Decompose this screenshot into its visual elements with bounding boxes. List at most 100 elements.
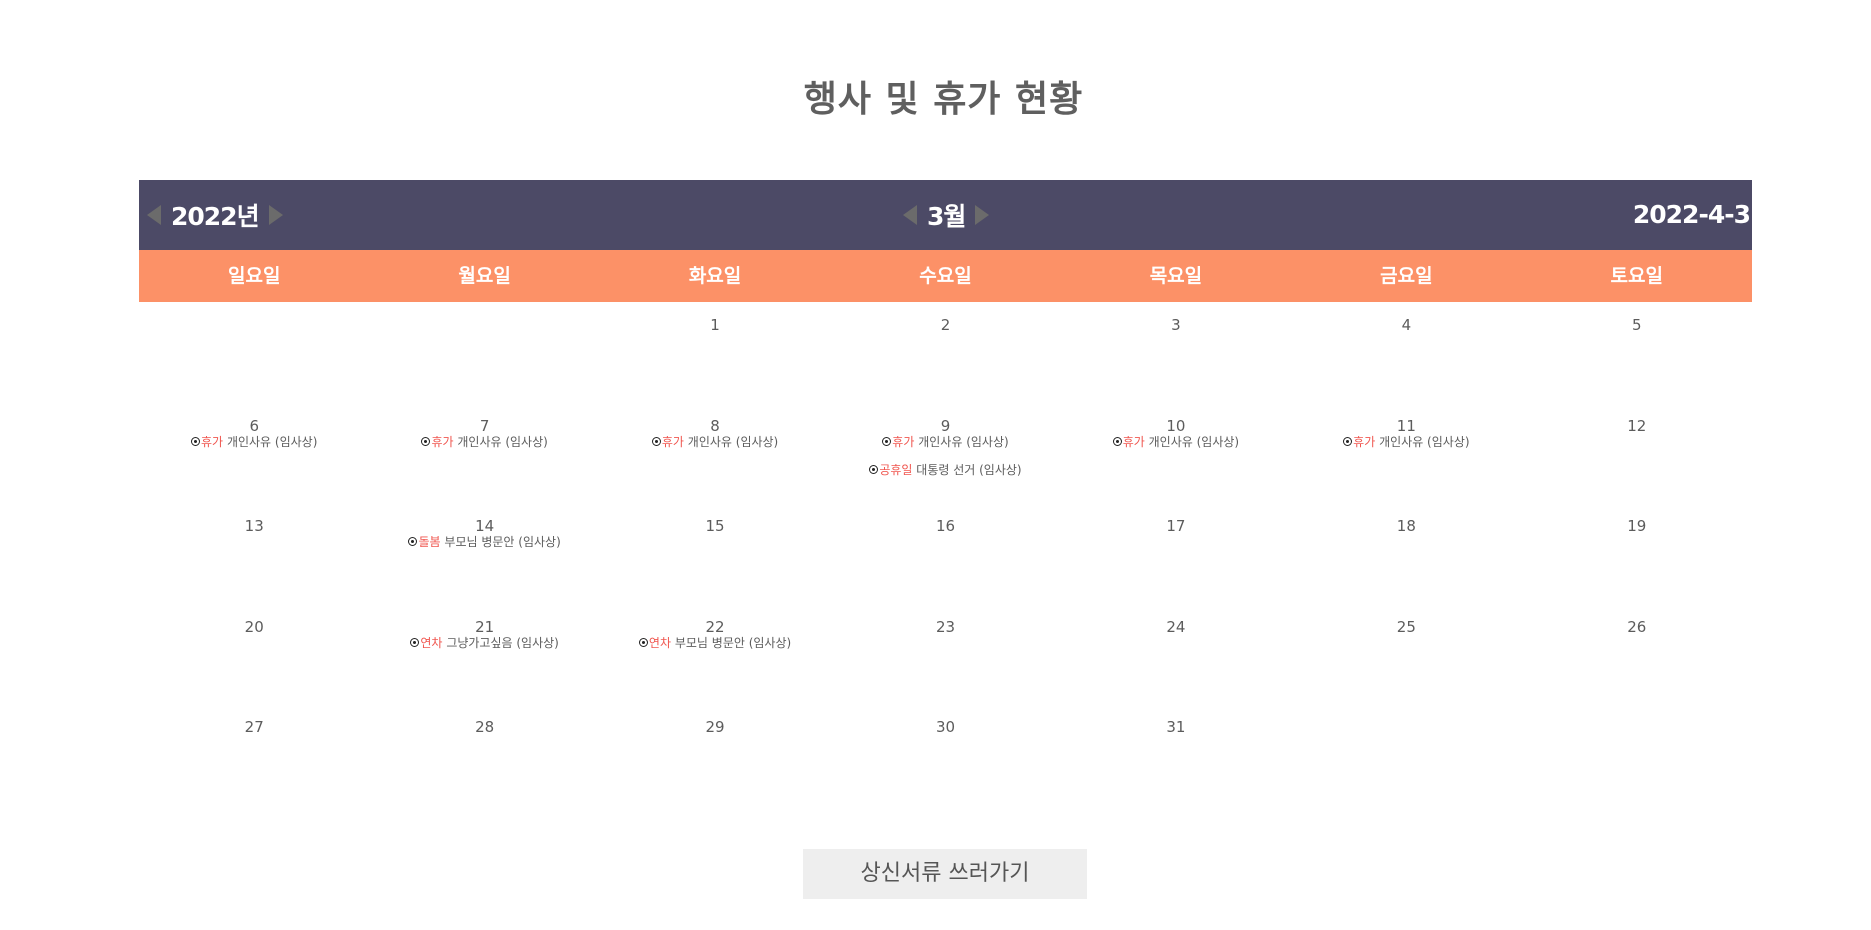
radio-bullet-icon — [651, 436, 661, 446]
day-cell[interactable]: 29 — [600, 704, 830, 805]
day-cell[interactable]: 1 — [600, 302, 830, 403]
radio-bullet-icon — [1343, 436, 1353, 446]
event-description: 개인사유 (임사상) — [1148, 434, 1240, 449]
radio-bullet-icon — [421, 436, 431, 446]
event-type: 휴가 — [431, 434, 454, 449]
day-number: 13 — [244, 517, 264, 535]
day-cell[interactable]: 19 — [1522, 503, 1752, 604]
empty-day-cell — [369, 302, 599, 403]
day-cell[interactable]: 25 — [1291, 604, 1521, 705]
calendar-event[interactable]: 연차 그냥가고싶음 (임사상) — [369, 636, 599, 650]
day-cell[interactable]: 30 — [830, 704, 1060, 805]
month-label: 3월 — [927, 202, 966, 231]
event-type: 공휴일 — [879, 462, 913, 477]
event-description: 개인사유 (임사상) — [687, 434, 779, 449]
day-number: 1 — [710, 316, 720, 334]
next-year-arrow-icon[interactable] — [268, 205, 283, 225]
day-number: 24 — [1166, 617, 1186, 636]
calendar-event[interactable]: 휴가 개인사유 (임사상) — [369, 435, 599, 449]
weekday-tuesday: 화요일 — [688, 265, 742, 287]
day-cell[interactable]: 18 — [1291, 503, 1521, 604]
radio-bullet-icon — [1112, 436, 1122, 446]
day-cell[interactable]: 21 연차 그냥가고싶음 (임사상) — [369, 604, 599, 705]
radio-bullet-icon — [408, 537, 418, 546]
day-number: 21 — [475, 617, 495, 636]
event-type: 휴가 — [201, 434, 224, 449]
day-number: 8 — [710, 416, 720, 435]
day-cell[interactable]: 9 휴가 개인사유 (임사상) 공휴일 대통령 선거 (임사상) — [830, 403, 1060, 504]
calendar-event[interactable]: 휴가 개인사유 (임사상) — [600, 435, 830, 449]
calendar-event[interactable]: 돌봄 부모님 병문안 (임사상) — [369, 535, 599, 549]
day-cell[interactable]: 20 — [139, 604, 369, 705]
day-cell[interactable]: 31 — [1061, 704, 1291, 805]
event-description: 개인사유 (임사상) — [918, 434, 1009, 449]
day-number: 4 — [1401, 316, 1412, 334]
day-cell[interactable]: 26 — [1522, 604, 1752, 705]
day-cell[interactable]: 28 — [369, 704, 599, 805]
radio-bullet-icon — [869, 464, 879, 474]
calendar-event[interactable]: 휴가 개인사유 (임사상) — [1291, 435, 1521, 449]
event-description: 개인사유 (임사상) — [226, 434, 318, 449]
empty-day-cell — [139, 302, 369, 403]
event-type: 휴가 — [661, 434, 684, 449]
calendar-event[interactable]: 연차 부모님 병문안 (임사상) — [600, 636, 830, 650]
event-type: 휴가 — [892, 434, 915, 449]
write-approval-document-button[interactable]: 상신서류 쓰러가기 — [803, 849, 1087, 899]
day-cell[interactable]: 17 — [1061, 503, 1291, 604]
day-cell[interactable]: 6 휴가 개인사유 (임사상) — [139, 403, 369, 504]
calendar-header: 2022년 3월 2022-4-3 — [139, 180, 1752, 250]
radio-bullet-icon — [410, 637, 420, 647]
day-number: 20 — [244, 617, 264, 636]
month-navigator: 3월 — [903, 180, 990, 250]
prev-year-arrow-icon[interactable] — [147, 205, 161, 225]
weekday-header-row: 일요일 월요일 화요일 수요일 목요일 금요일 토요일 — [139, 250, 1752, 302]
day-cell[interactable]: 5 — [1522, 302, 1752, 403]
day-cell[interactable]: 8 휴가 개인사유 (임사상) — [600, 403, 830, 504]
event-type: 연차 — [648, 635, 672, 650]
day-number: 9 — [940, 416, 951, 435]
day-number: 5 — [1632, 316, 1642, 334]
calendar-grid: 1 2 3 4 5 6 휴가 개인사유 (임사상) 7 휴가 개인사유 (임사상) 8 휴가 개인사… — [139, 302, 1752, 805]
day-number: 11 — [1396, 416, 1416, 435]
event-description: 대통령 선거 (임사상) — [916, 462, 1022, 477]
calendar-event[interactable]: 휴가 개인사유 (임사상) — [139, 435, 369, 449]
weekday-sunday: 일요일 — [227, 265, 281, 287]
day-cell[interactable]: 10 휴가 개인사유 (임사상) — [1061, 403, 1291, 504]
day-cell[interactable]: 3 — [1061, 302, 1291, 403]
weekday-saturday: 토요일 — [1610, 265, 1663, 287]
day-cell[interactable]: 4 — [1291, 302, 1521, 403]
calendar-event[interactable]: 휴가 개인사유 (임사상) — [1061, 435, 1291, 449]
day-cell[interactable]: 11 휴가 개인사유 (임사상) — [1291, 403, 1521, 504]
day-number: 25 — [1396, 617, 1416, 636]
day-number: 6 — [249, 416, 259, 435]
day-number: 27 — [244, 718, 264, 736]
day-cell[interactable]: 27 — [139, 704, 369, 805]
day-number: 30 — [935, 718, 956, 736]
day-number: 15 — [705, 517, 725, 535]
day-cell[interactable]: 16 — [830, 503, 1060, 604]
day-cell[interactable]: 12 — [1522, 403, 1752, 504]
day-cell[interactable]: 14 돌봄 부모님 병문안 (임사상) — [369, 503, 599, 604]
year-label: 2022년 — [171, 202, 260, 231]
today-date: 2022-4-3 — [1632, 200, 1751, 229]
next-month-arrow-icon[interactable] — [975, 205, 990, 225]
day-cell[interactable]: 2 — [830, 302, 1060, 403]
day-number: 18 — [1396, 517, 1416, 535]
day-cell[interactable]: 13 — [139, 503, 369, 604]
event-type: 휴가 — [1122, 434, 1145, 449]
weekday-monday: 월요일 — [458, 265, 511, 287]
day-cell[interactable]: 24 — [1061, 604, 1291, 705]
day-number: 14 — [475, 517, 495, 535]
day-number: 28 — [475, 718, 495, 736]
day-cell[interactable]: 22 연차 부모님 병문안 (임사상) — [600, 604, 830, 705]
calendar-event[interactable]: 공휴일 대통령 선거 (임사상) — [830, 463, 1060, 477]
prev-month-arrow-icon[interactable] — [903, 205, 917, 225]
day-cell[interactable]: 15 — [600, 503, 830, 604]
page-title: 행사 및 휴가 현황 — [803, 79, 1084, 120]
day-number: 17 — [1166, 517, 1186, 535]
calendar-event[interactable]: 휴가 개인사유 (임사상) — [830, 435, 1060, 449]
day-cell[interactable]: 7 휴가 개인사유 (임사상) — [369, 403, 599, 504]
day-number: 22 — [705, 617, 725, 636]
day-number: 12 — [1627, 416, 1647, 435]
day-cell[interactable]: 23 — [830, 604, 1060, 705]
